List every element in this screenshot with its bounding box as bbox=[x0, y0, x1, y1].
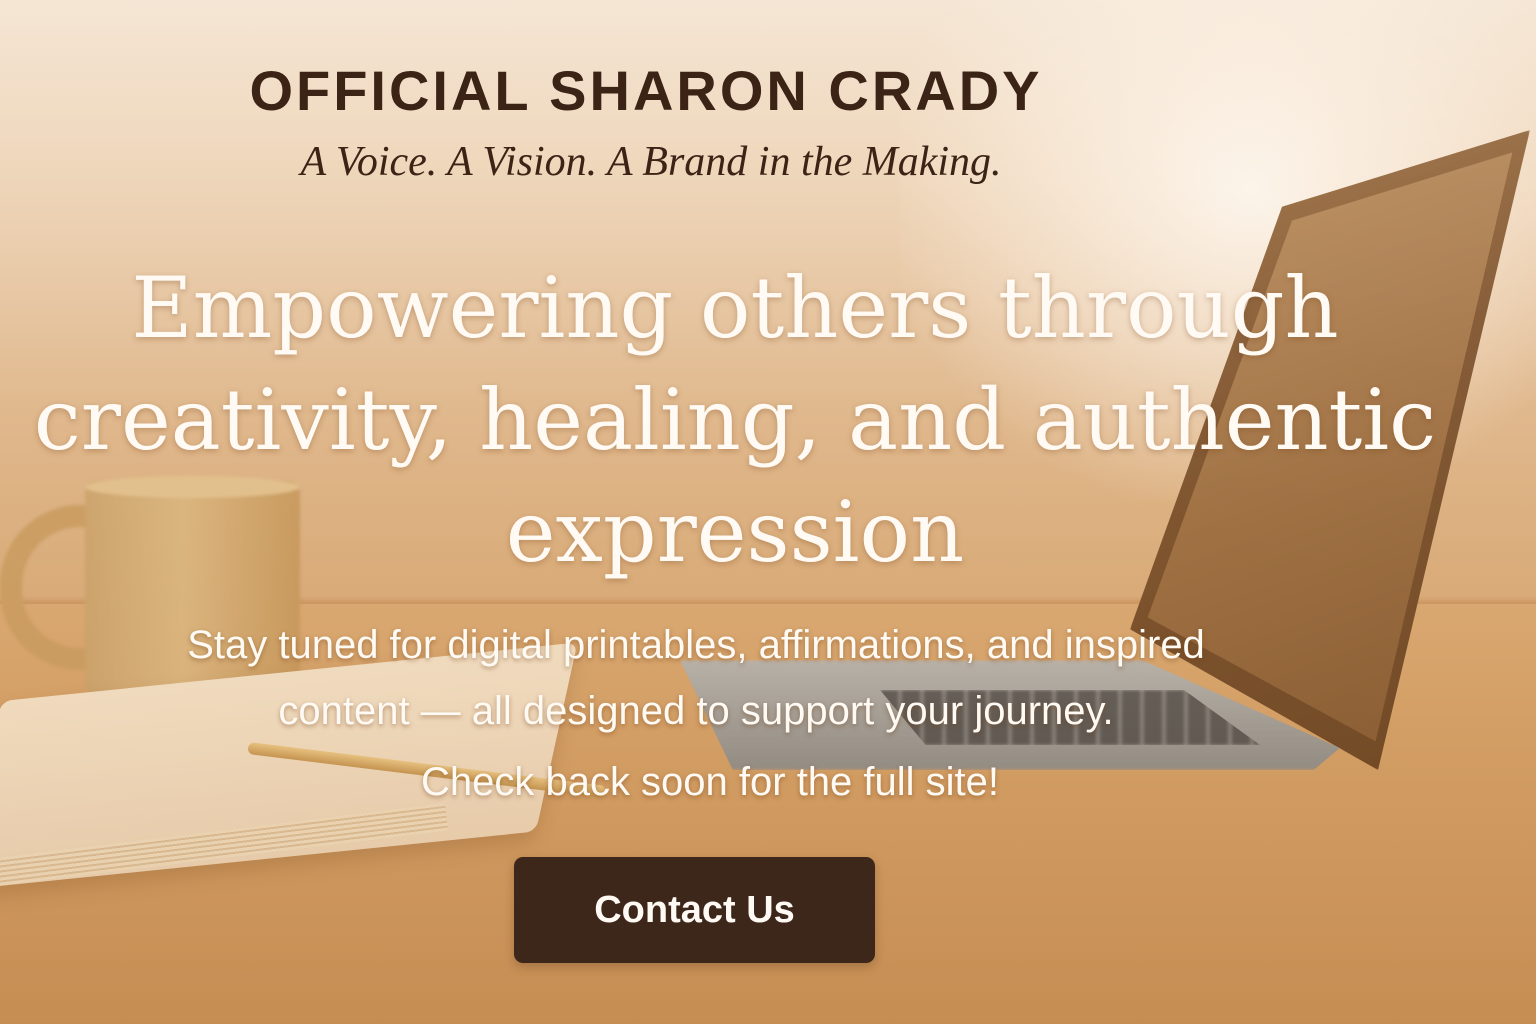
hero-headline-line: Empowering others through bbox=[131, 259, 1339, 357]
brand-title: OFFICIAL SHARON CRADY bbox=[249, 59, 1043, 122]
hero-subtext: Stay tuned for digital printables, affir… bbox=[0, 612, 1392, 744]
check-back-notice: Check back soon for the full site! bbox=[420, 760, 1000, 804]
hero-subtext-line: Stay tuned for digital printables, affir… bbox=[187, 623, 1205, 667]
contact-us-button[interactable]: Contact Us bbox=[514, 857, 875, 963]
hero-headline-line: creativity, healing, and authentic bbox=[33, 371, 1437, 469]
hero-headline-line: expression bbox=[505, 483, 965, 581]
brand-tagline: A Voice. A Vision. A Brand in the Making… bbox=[300, 139, 1002, 185]
hero-headline: Empowering others through creativity, he… bbox=[0, 252, 1470, 588]
hero-subtext-line: content — all designed to support your j… bbox=[278, 689, 1114, 733]
